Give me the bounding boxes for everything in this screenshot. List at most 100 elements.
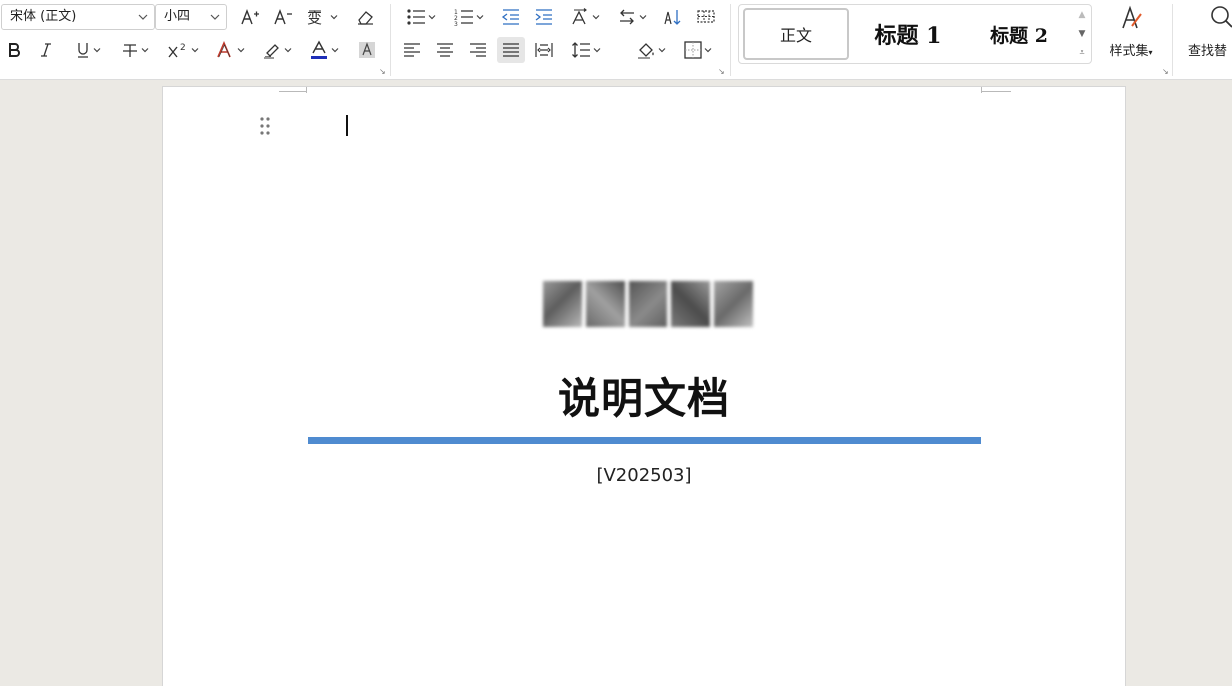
grow-font-icon — [241, 9, 259, 25]
bold-button[interactable] — [3, 37, 25, 63]
sort-button[interactable] — [661, 4, 685, 30]
highlight-button[interactable] — [258, 37, 296, 63]
decrease-indent-button[interactable] — [499, 4, 523, 30]
chevron-down-icon — [658, 48, 666, 53]
italic-icon — [41, 43, 51, 57]
chevron-down-icon — [141, 48, 149, 53]
bullet-list-icon — [407, 9, 425, 25]
char-shading-icon — [359, 42, 375, 58]
text-effect-button[interactable] — [211, 37, 249, 63]
font-size-dropdown[interactable]: 小四 — [155, 4, 227, 30]
margin-corner-top-left — [279, 87, 307, 92]
gallery-scroll-down-icon[interactable]: ▼ — [1079, 29, 1086, 39]
align-center-button[interactable] — [433, 37, 457, 63]
align-justify-icon — [503, 43, 519, 57]
align-right-button[interactable] — [466, 37, 490, 63]
style-heading-1-label: 标题 1 — [874, 23, 942, 49]
text-direction-button[interactable] — [566, 4, 604, 30]
align-left-icon — [404, 43, 420, 57]
line-spacing-button[interactable] — [567, 37, 605, 63]
underline-button[interactable] — [70, 37, 106, 63]
redacted-project-title — [543, 281, 753, 327]
style-set-label: 样式集 — [1109, 44, 1149, 59]
svg-text:2: 2 — [180, 43, 186, 53]
ribbon: 宋体 (正文) 小四 变 2 ↘ 1 2 3 ↘ 正文 标题 1 标题 2 ▲ … — [0, 0, 1232, 80]
text-direction-icon — [572, 8, 587, 25]
gallery-more-icon[interactable]: ⩡ — [1079, 48, 1084, 58]
underline-icon — [78, 43, 88, 58]
grow-font-button[interactable] — [237, 4, 263, 30]
line-spacing-icon — [572, 42, 590, 58]
italic-button[interactable] — [35, 37, 57, 63]
clear-format-button[interactable] — [352, 4, 378, 30]
font-dialog-launcher-icon[interactable]: ↘ — [379, 68, 387, 76]
increase-indent-icon — [535, 9, 552, 25]
increase-indent-button[interactable] — [532, 4, 556, 30]
drag-handle-icon[interactable] — [259, 117, 271, 135]
superscript-icon: 2 — [168, 43, 186, 58]
chevron-down-icon — [639, 15, 647, 20]
paragraph-direction-icon — [620, 9, 634, 25]
chevron-down-icon — [593, 48, 601, 53]
eraser-icon — [358, 11, 373, 25]
align-center-icon — [437, 43, 453, 57]
style-normal[interactable]: 正文 — [743, 8, 849, 60]
font-color-icon — [311, 40, 327, 59]
chevron-down-icon: ▾ — [1148, 48, 1153, 57]
phonetic-guide-button[interactable]: 变 — [304, 4, 340, 30]
align-left-button[interactable] — [400, 37, 424, 63]
search-icon — [1211, 6, 1232, 28]
shading-button[interactable] — [632, 37, 670, 63]
svg-text:3: 3 — [454, 21, 458, 26]
style-heading-1[interactable]: 标题 1 — [853, 8, 963, 60]
chevron-down-icon — [284, 48, 292, 53]
justify-button[interactable] — [497, 37, 525, 63]
margin-corner-top-right — [981, 87, 1011, 92]
chevron-down-icon — [191, 48, 199, 53]
svg-text:变: 变 — [307, 9, 322, 26]
distribute-icon — [535, 43, 553, 57]
styles-dialog-launcher-icon[interactable]: ↘ — [1162, 68, 1170, 76]
align-right-icon — [470, 43, 486, 57]
style-set-button[interactable]: 样式集▾ — [1100, 4, 1162, 64]
margin-corner-top-left-v — [306, 87, 307, 93]
show-marks-button[interactable] — [694, 4, 718, 30]
bold-icon — [9, 43, 20, 57]
group-separator — [730, 4, 731, 76]
strikethrough-button[interactable] — [117, 37, 153, 63]
paragraph-dialog-launcher-icon[interactable]: ↘ — [718, 68, 726, 76]
chevron-down-icon — [704, 48, 712, 53]
title-underline-rule — [308, 437, 981, 444]
shrink-font-button[interactable] — [270, 4, 296, 30]
document-version: [V202503] — [596, 465, 692, 486]
rtl-direction-button[interactable] — [614, 4, 650, 30]
shrink-font-icon — [274, 9, 292, 25]
find-replace-label: 查找替 — [1188, 44, 1228, 59]
text-effect-icon — [217, 41, 231, 58]
borders-button[interactable] — [679, 37, 717, 63]
gallery-scroll-up-icon[interactable]: ▲ — [1079, 10, 1086, 20]
gallery-scroll: ▲ ▼ ⩡ — [1073, 5, 1091, 63]
superscript-button[interactable]: 2 — [164, 37, 202, 63]
style-heading-2[interactable]: 标题 2 — [967, 8, 1071, 60]
style-heading-2-label: 标题 2 — [990, 24, 1048, 47]
style-normal-label: 正文 — [779, 26, 812, 45]
style-set-icon — [1122, 5, 1142, 29]
chevron-down-icon — [592, 15, 600, 20]
styles-gallery: 正文 标题 1 标题 2 ▲ ▼ ⩡ — [738, 4, 1092, 64]
distributed-button[interactable] — [532, 37, 556, 63]
document-title: 说明文档 — [557, 374, 730, 423]
numbering-button[interactable]: 123 — [450, 4, 488, 30]
highlighter-icon — [264, 44, 279, 59]
find-replace-button[interactable]: 查找替 — [1182, 4, 1232, 64]
font-color-button[interactable] — [305, 37, 343, 63]
document-page[interactable]: 说明文档 [V202503] — [162, 86, 1126, 686]
chevron-down-icon — [476, 15, 484, 20]
chevron-down-icon — [138, 14, 148, 20]
paint-bucket-icon — [638, 43, 654, 59]
bullets-button[interactable] — [402, 4, 440, 30]
phonetic-guide-icon: 变 — [307, 9, 322, 26]
chevron-down-icon — [93, 48, 101, 53]
char-shading-button[interactable] — [355, 37, 379, 63]
font-family-dropdown[interactable]: 宋体 (正文) — [1, 4, 155, 30]
